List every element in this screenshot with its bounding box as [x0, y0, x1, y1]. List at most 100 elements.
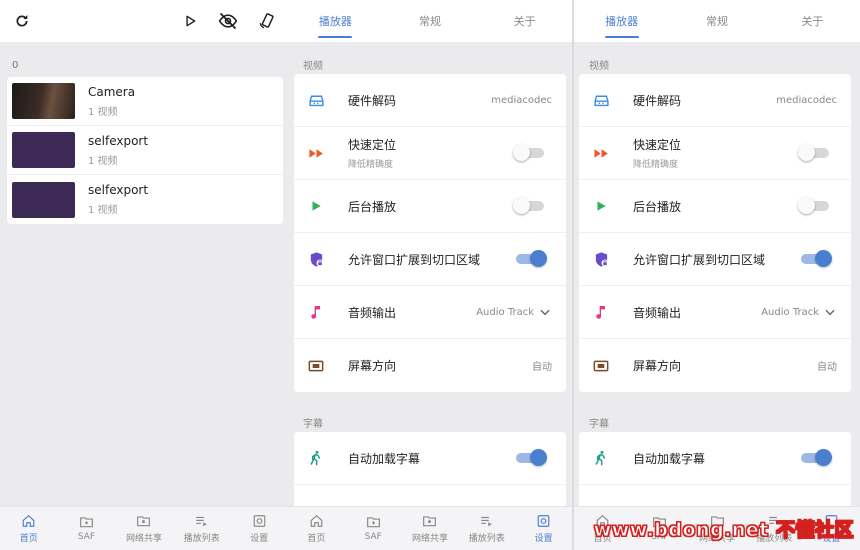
folder-name: selfexport [88, 183, 149, 197]
section-video: 视频 [303, 61, 323, 72]
hardware-decode-row[interactable]: 硬件解码 mediacodec [579, 74, 851, 127]
nav-playlist[interactable]: 播放列表 [458, 507, 515, 550]
nav-home[interactable]: 首页 [0, 507, 58, 550]
fast-seek-row[interactable]: 快速定位 降低精确度 [579, 127, 851, 180]
nav-saf[interactable]: SAF [58, 507, 116, 550]
settings-tabbar: 播放器 常规 关于 [574, 0, 860, 42]
auto-subtitle-row[interactable]: 自动加载字幕 [579, 432, 851, 485]
fast-forward-icon [304, 141, 328, 165]
list-item[interactable]: Camera 1 视频 [7, 77, 283, 126]
refresh-icon[interactable] [10, 9, 34, 33]
bottom-navigation: 首页 SAF 网络共享 播放列表 设置 [288, 506, 572, 550]
row-title: 硬件解码 [633, 93, 682, 108]
nav-label: SAF [364, 532, 382, 542]
background-play-row[interactable]: 后台播放 [294, 180, 566, 233]
settings-icon [253, 514, 266, 527]
play-icon [304, 194, 328, 218]
video-settings-card: 硬件解码 mediacodec 快速定位 降低精确度 后台播放 允许窗口扩展到切… [579, 74, 851, 392]
background-play-toggle[interactable] [798, 197, 829, 214]
tab-general[interactable]: 常规 [669, 0, 764, 42]
row-subtitle: 降低精确度 [633, 160, 679, 170]
play-icon[interactable] [178, 9, 202, 33]
video-thumbnail [12, 83, 75, 119]
rotate-screen-icon[interactable] [255, 9, 279, 33]
play-icon [589, 194, 613, 218]
audio-output-row[interactable]: 音频输出 Audio Track [294, 286, 566, 339]
cutout-toggle[interactable] [516, 250, 547, 267]
row-subtitle: 降低精确度 [348, 160, 394, 170]
folder-count: 1 视频 [88, 205, 118, 216]
fast-forward-icon [589, 141, 613, 165]
background-play-row[interactable]: 后台播放 [579, 180, 851, 233]
background-play-toggle[interactable] [513, 197, 544, 214]
walking-person-icon [589, 446, 613, 470]
video-settings-card: 硬件解码 mediacodec 快速定位 降低精确度 后台播放 允许窗口扩展到切… [294, 74, 566, 392]
row-title: 音频输出 [348, 305, 397, 320]
row-title: 屏幕方向 [348, 359, 397, 373]
cutout-toggle[interactable] [801, 250, 832, 267]
cutout-row[interactable]: 允许窗口扩展到切口区域 [579, 233, 851, 286]
playlist-icon [196, 516, 207, 526]
nav-playlist[interactable]: 播放列表 [173, 507, 231, 550]
walking-person-icon [304, 446, 328, 470]
settings-screen: 播放器 常规 关于 视频 硬件解码 mediacodec 快速定位 降低精确度 [288, 0, 572, 550]
orientation-row[interactable]: 屏幕方向 自动 [579, 339, 851, 392]
row-title: 音频输出 [633, 305, 682, 320]
row-value: Audio Track [476, 306, 534, 318]
folder-count: 1 视频 [88, 155, 118, 167]
nav-network-share[interactable]: 网络共享 [402, 507, 459, 550]
row-title: 快速定位 [348, 138, 397, 152]
row-title: 屏幕方向 [633, 359, 682, 373]
folder-icon [366, 517, 380, 528]
chevron-down-icon[interactable] [823, 305, 837, 319]
fast-seek-row[interactable]: 快速定位 降低精确度 [294, 127, 566, 180]
tab-general[interactable]: 常规 [383, 0, 478, 42]
folder-icon [79, 517, 93, 528]
library-toolbar [0, 0, 288, 42]
nav-settings[interactable]: 设置 [230, 507, 288, 550]
row-title: 后台播放 [348, 199, 397, 214]
nav-label: 首页 [307, 533, 326, 544]
row-value: 自动 [817, 362, 837, 373]
nav-settings[interactable]: 设置 [515, 507, 572, 550]
home-icon [22, 514, 35, 527]
nav-saf[interactable]: SAF [345, 507, 402, 550]
home-icon [310, 514, 323, 527]
folder-count: 1 视频 [88, 106, 118, 118]
auto-subtitle-toggle[interactable] [801, 449, 832, 466]
video-thumbnail [12, 181, 75, 218]
nav-label: 设置 [250, 533, 269, 544]
hardware-decode-icon [304, 88, 328, 112]
library-screen: 0 Camera 1 视频 selfexport 1 视频 selfexport… [0, 0, 288, 550]
video-thumbnail [12, 132, 75, 168]
list-item[interactable]: selfexport 1 视频 [7, 175, 283, 224]
shield-lock-icon [304, 247, 328, 271]
hardware-decode-row[interactable]: 硬件解码 mediacodec [294, 74, 566, 127]
eye-off-icon[interactable] [216, 9, 240, 33]
chevron-down-icon[interactable] [538, 305, 552, 319]
auto-subtitle-row[interactable]: 自动加载字幕 [294, 432, 566, 485]
shield-lock-icon [589, 247, 613, 271]
tab-about[interactable]: 关于 [477, 0, 572, 42]
row-value: Audio Track [761, 306, 819, 318]
tab-player[interactable]: 播放器 [574, 0, 669, 42]
list-item[interactable]: selfexport 1 视频 [7, 126, 283, 175]
cutout-row[interactable]: 允许窗口扩展到切口区域 [294, 233, 566, 286]
network-share-icon [423, 515, 437, 526]
tab-about[interactable]: 关于 [765, 0, 860, 42]
network-share-icon [137, 515, 151, 526]
orientation-row[interactable]: 屏幕方向 自动 [294, 339, 566, 392]
nav-home[interactable]: 首页 [288, 507, 345, 550]
fast-seek-toggle[interactable] [513, 144, 544, 161]
screen-orientation-icon [304, 354, 328, 378]
nav-label: 播放列表 [183, 533, 220, 544]
auto-subtitle-toggle[interactable] [516, 449, 547, 466]
fast-seek-toggle[interactable] [798, 144, 829, 161]
tab-player[interactable]: 播放器 [288, 0, 383, 42]
row-title: 允许窗口扩展到切口区域 [348, 252, 481, 267]
nav-network-share[interactable]: 网络共享 [115, 507, 173, 550]
row-title: 自动加载字幕 [348, 451, 421, 466]
audio-output-row[interactable]: 音频输出 Audio Track [579, 286, 851, 339]
row-value: mediacodec [491, 94, 552, 106]
bottom-navigation: 首页 SAF 网络共享 播放列表 设置 [0, 506, 288, 550]
